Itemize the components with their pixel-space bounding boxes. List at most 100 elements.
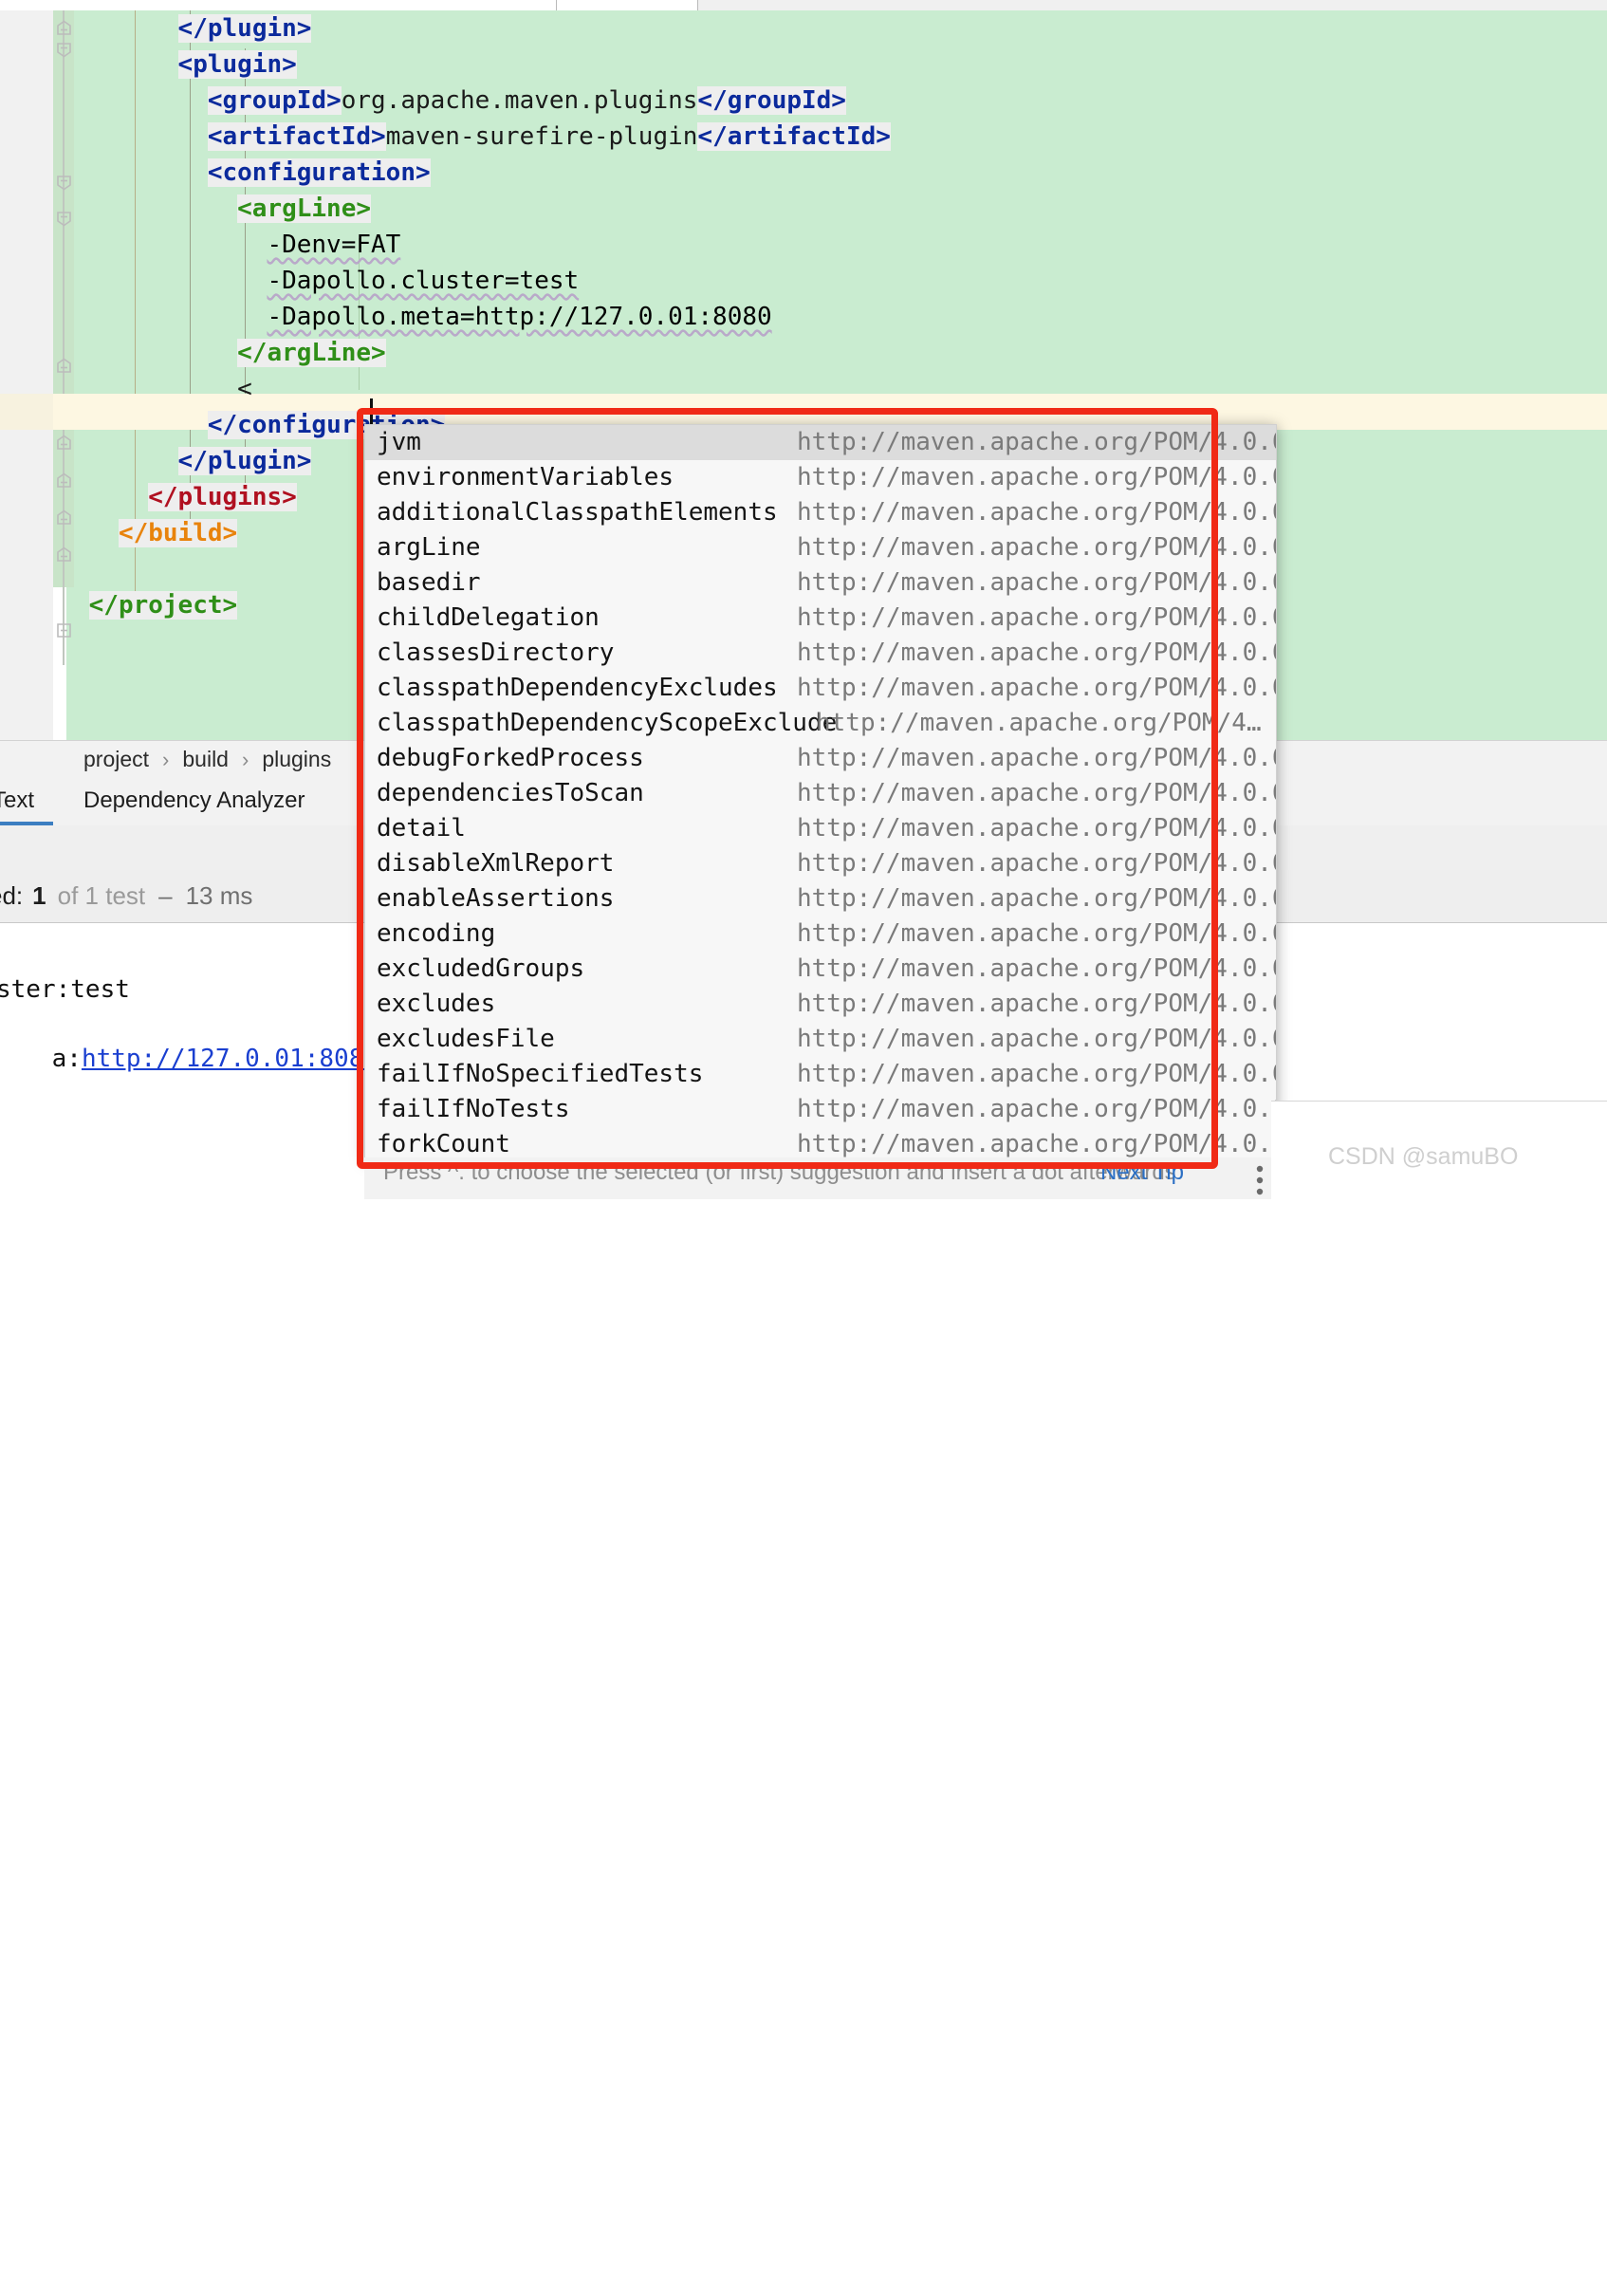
tab-text[interactable]: Text [0, 778, 53, 825]
completion-item-name: argLine [377, 533, 481, 562]
completion-item[interactable]: failIfNoSpecifiedTests http://maven.apach… [365, 1057, 1276, 1092]
completion-item-name: childDelegation [377, 603, 600, 632]
completion-item-namespace: http://maven.apache.org/POM/4.0.0 [797, 1060, 1277, 1088]
fold-marker-icon[interactable] [56, 175, 72, 191]
caret-line-gutter-highlight [0, 394, 53, 430]
completion-item[interactable]: classpathDependencyScopeExclude http://ma… [365, 706, 1276, 741]
breadcrumb-separator-icon: › [241, 747, 249, 771]
completion-item-namespace: http://maven.apache.org/POM/4.0.0 [797, 849, 1277, 878]
vcs-notification-popup[interactable]: added files can be a Always Add Don [1271, 1101, 1607, 1276]
tab-dependency-analyzer[interactable]: Dependency Analyzer [83, 778, 305, 825]
code-token: </project> [88, 591, 238, 620]
tab-segment-1[interactable] [0, 0, 557, 10]
breadcrumb-item-project[interactable]: project [83, 747, 149, 772]
fold-marker-icon[interactable] [56, 358, 72, 374]
code-token: < [237, 375, 252, 403]
completion-item[interactable]: dependenciesToScan http://maven.apache.or… [365, 776, 1276, 811]
indent-guide [135, 10, 136, 597]
fold-marker-icon[interactable] [56, 42, 72, 58]
code-line[interactable]: -Dapollo.meta=http://127.0.01:8080 [267, 299, 771, 335]
code-token: <argLine> [237, 194, 372, 223]
completion-item-name: forkCount [377, 1130, 510, 1158]
completion-hint-text: Press ^. to choose the selected (or firs… [383, 1159, 1176, 1185]
fold-marker-icon[interactable] [56, 546, 72, 563]
breadcrumb-item-plugins[interactable]: plugins [262, 747, 331, 772]
code-token: <configuration> [207, 158, 431, 187]
completion-item[interactable]: childDelegation http://maven.apache.org/P… [365, 601, 1276, 636]
completion-item-name: debugForkedProcess [377, 744, 644, 772]
console-meta-link[interactable]: http://127.0.01:8080 [82, 1045, 379, 1073]
next-tip-link[interactable]: Next Tip [1100, 1159, 1184, 1186]
test-status-prefix: ed: [0, 881, 24, 910]
fold-marker-icon[interactable] [56, 211, 72, 227]
code-line[interactable]: <argLine> [237, 191, 372, 227]
completion-item-name: failIfNoSpecifiedTests [377, 1060, 704, 1088]
code-line[interactable]: -Denv=FAT [267, 227, 400, 263]
completion-item-namespace: http://maven.apache.org/POM/4.0.0 [797, 1095, 1277, 1123]
completion-item[interactable]: enableAssertions http://maven.apache.org/… [365, 881, 1276, 917]
completion-item-name: basedir [377, 568, 481, 597]
completion-item[interactable]: basedir http://maven.apache.org/POM/4.0.0 [365, 565, 1276, 601]
editor-gutter[interactable] [0, 10, 53, 740]
tab-text-label: Text [0, 787, 35, 813]
fold-marker-icon[interactable] [56, 622, 72, 639]
code-line[interactable]: </project> [88, 587, 238, 623]
code-line[interactable]: <artifactId>maven-surefire-plugin</artif… [207, 119, 891, 155]
code-line[interactable]: </plugin> [177, 443, 312, 479]
console-meta-prefix: a: [51, 1045, 82, 1073]
completion-item-namespace: http://maven.apache.org/POM/4.0.0 [797, 1025, 1277, 1053]
breadcrumb-item-build[interactable]: build [182, 747, 229, 772]
code-token: </plugin> [177, 14, 312, 43]
code-completion-popup[interactable]: jvm http://maven.apache.org/POM/4.0.0 envi… [364, 424, 1277, 1159]
completion-item[interactable]: debugForkedProcess http://maven.apache.or… [365, 741, 1276, 776]
completion-item-namespace: http://maven.apache.org/POM/4.0.0 [797, 674, 1277, 702]
completion-item-namespace: http://maven.apache.org/POM/4.0.0 [797, 639, 1277, 667]
completion-item[interactable]: environmentVariables http://maven.apache.… [365, 460, 1276, 495]
code-line[interactable]: </argLine> [237, 335, 386, 371]
completion-item[interactable]: excludesFile http://maven.apache.org/POM/… [365, 1022, 1276, 1057]
fold-marker-icon[interactable] [56, 509, 72, 526]
code-line[interactable]: </plugins> [148, 479, 297, 515]
completion-item-namespace: http://maven.apache.org/POM/4.0.0 [797, 428, 1277, 456]
completion-item-namespace: http://maven.apache.org/POM/4.0.0 [797, 463, 1277, 491]
tab-segment-2[interactable] [557, 0, 698, 10]
more-vertical-icon[interactable] [1250, 1159, 1269, 1201]
completion-item[interactable]: jvm http://maven.apache.org/POM/4.0.0 [365, 425, 1276, 460]
fold-region-line [63, 10, 65, 665]
code-line[interactable]: -Dapollo.cluster=test [267, 263, 579, 299]
completion-item[interactable]: excludes http://maven.apache.org/POM/4.0.… [365, 987, 1276, 1022]
code-line[interactable]: < [237, 371, 252, 407]
fold-marker-icon[interactable] [56, 435, 72, 451]
completion-item-name: classpathDependencyScopeExclude [377, 709, 838, 737]
completion-item-namespace: http://maven.apache.org/POM/4.0.0 [797, 884, 1277, 913]
completion-item[interactable]: forkCount http://maven.apache.org/POM/4.0… [365, 1127, 1276, 1158]
tab-dependency-analyzer-label: Dependency Analyzer [83, 787, 305, 813]
completion-item-namespace: http://maven.apache.org/POM/4.0.0 [797, 744, 1277, 772]
completion-item[interactable]: disableXmlReport http://maven.apache.org/… [365, 846, 1276, 881]
completion-item[interactable]: classpathDependencyExcludes http://maven.… [365, 671, 1276, 706]
completion-item[interactable]: failIfNoTests http://maven.apache.org/POM… [365, 1092, 1276, 1127]
test-status-of: of 1 test [57, 881, 146, 910]
completion-item-name: dependenciesToScan [377, 779, 644, 807]
completion-item-namespace: http://maven.apache.org/POM/4.0.0 [797, 568, 1277, 597]
code-line[interactable]: <groupId>org.apache.maven.plugins</group… [207, 83, 846, 119]
completion-item[interactable]: additionalClasspathElements http://maven.… [365, 495, 1276, 530]
code-line[interactable]: <plugin> [177, 46, 297, 83]
completion-item[interactable]: classesDirectory http://maven.apache.org/… [365, 636, 1276, 671]
fold-marker-icon[interactable] [56, 472, 72, 489]
completion-item[interactable]: argLine http://maven.apache.org/POM/4.0.0 [365, 530, 1276, 565]
completion-item-namespace: http://maven.apache.org/POM/4… [816, 709, 1262, 737]
code-token: -Dapollo.meta=http://127.0.01:8080 [267, 303, 772, 331]
code-line[interactable]: </plugin> [177, 10, 312, 46]
completion-item-namespace: http://maven.apache.org/POM/4.0.0 [797, 954, 1277, 983]
completion-item-namespace: http://maven.apache.org/POM/4.0.0 [797, 533, 1277, 562]
code-line[interactable]: <configuration> [207, 155, 431, 191]
completion-item[interactable]: excludedGroups http://maven.apache.org/PO… [365, 952, 1276, 987]
completion-item[interactable]: detail http://maven.apache.org/POM/4.0.0 [365, 811, 1276, 846]
code-line[interactable]: </build> [118, 515, 238, 551]
completion-item-name: classpathDependencyExcludes [377, 674, 778, 702]
completion-item[interactable]: encoding http://maven.apache.org/POM/4.0.… [365, 917, 1276, 952]
fold-marker-icon[interactable] [56, 20, 72, 36]
test-status-duration: 13 ms [185, 881, 253, 910]
watermark: CSDN @samuBO [1328, 1143, 1519, 1170]
